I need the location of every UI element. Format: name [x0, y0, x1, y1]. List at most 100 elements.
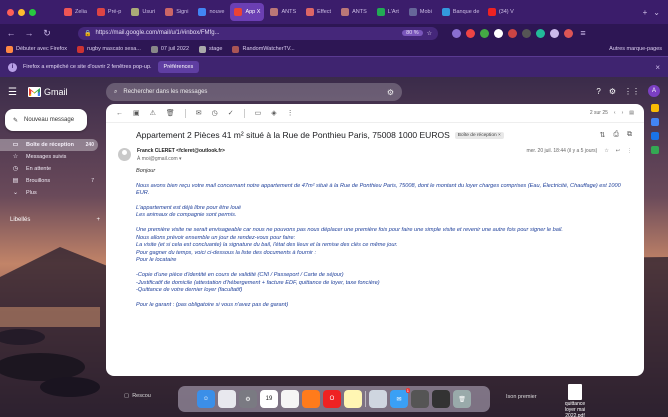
browser-tab[interactable]: ANTS: [266, 3, 300, 21]
older-icon[interactable]: ›: [622, 110, 624, 116]
more-icon[interactable]: ⋮: [627, 148, 632, 154]
photos-icon[interactable]: [281, 390, 299, 408]
snooze-icon[interactable]: ◷: [212, 109, 218, 117]
reload-icon[interactable]: ↻: [42, 28, 52, 39]
tasks-icon[interactable]: [651, 118, 659, 126]
input-tools-icon[interactable]: ▤: [629, 110, 634, 116]
zoom-indicator[interactable]: 80 %: [402, 30, 423, 36]
extension-icon[interactable]: [508, 28, 517, 38]
notes-icon[interactable]: [344, 390, 362, 408]
apps-grid-icon[interactable]: ⋮⋮: [624, 87, 640, 96]
extension-icon[interactable]: [536, 28, 545, 38]
add-task-icon[interactable]: ✓: [228, 109, 234, 117]
sidebar-item[interactable]: ◷ En attente: [0, 163, 98, 175]
browser-tab[interactable]: Usuri: [127, 3, 159, 21]
mark-unread-icon[interactable]: ✉: [196, 109, 202, 117]
browser-tab[interactable]: Mobi: [405, 3, 436, 21]
main-menu-icon[interactable]: ☰: [8, 87, 20, 98]
preview-icon[interactable]: [369, 390, 387, 408]
zoom-window-button[interactable]: [29, 8, 36, 16]
close-icon[interactable]: ×: [655, 63, 660, 72]
extension-icon[interactable]: [522, 28, 531, 38]
move-to-icon[interactable]: ▭: [255, 109, 262, 117]
calendar-app-icon[interactable]: 19: [260, 390, 278, 408]
contacts-icon[interactable]: [651, 132, 659, 140]
print-icon[interactable]: ⎙: [613, 131, 619, 139]
sidebar-item[interactable]: ▭ Boîte de réception 240: [0, 139, 98, 151]
bookmark-item[interactable]: RandomWatcherTV...: [232, 45, 295, 53]
browser-tab[interactable]: L'Art: [373, 3, 403, 21]
desktop-file[interactable]: quittance loyer mai 2022.pdf: [560, 384, 590, 417]
desktop-item-left[interactable]: ▢ Rescou: [124, 393, 151, 399]
gmail-logo[interactable]: Gmail: [28, 87, 68, 97]
mail-search-bar[interactable]: ⌕ Rechercher dans les messages ⚙: [106, 83, 402, 101]
sender-name[interactable]: Franck CLERET <fcleret@outlook.fr>: [137, 148, 225, 154]
account-avatar[interactable]: A: [648, 85, 660, 97]
sidebar-item[interactable]: ☆ Messages suivis: [0, 151, 98, 163]
delete-icon[interactable]: 🗑: [166, 109, 175, 117]
app-icon[interactable]: [411, 390, 429, 408]
expand-icon[interactable]: ⇅: [600, 131, 606, 139]
bookmark-item[interactable]: rugby mascato sesa...: [77, 45, 141, 53]
settings-icon[interactable]: ⚙: [609, 87, 616, 96]
add-label-icon[interactable]: +: [96, 217, 100, 223]
browser-tab[interactable]: ANTS: [337, 3, 371, 21]
desktop-item-right[interactable]: Ison premier: [506, 394, 537, 400]
app-icon[interactable]: [432, 390, 450, 408]
back-to-inbox-icon[interactable]: ←: [116, 110, 123, 117]
list-tabs-icon[interactable]: ⌄: [653, 8, 660, 17]
extension-icon[interactable]: [550, 28, 559, 38]
menu-icon[interactable]: ≡: [578, 28, 588, 38]
firefox-icon[interactable]: [302, 390, 320, 408]
bookmark-item[interactable]: stage: [199, 45, 222, 53]
extension-icon[interactable]: [466, 28, 475, 38]
browser-tab[interactable]: nouve: [194, 3, 228, 21]
archive-icon[interactable]: ▣: [133, 109, 140, 117]
newer-icon[interactable]: ‹: [614, 110, 616, 116]
bookmark-item[interactable]: Débuter avec Firefox: [6, 45, 67, 53]
browser-tab[interactable]: Pré-p: [93, 3, 125, 21]
open-new-window-icon[interactable]: ⧉: [627, 131, 632, 139]
extension-icon[interactable]: [480, 28, 489, 38]
browser-tab[interactable]: (34) V: [484, 3, 518, 21]
compose-button[interactable]: ✎ Nouveau message: [5, 109, 87, 131]
trash-icon[interactable]: 🗑: [453, 390, 471, 408]
report-spam-icon[interactable]: ⚠: [150, 109, 156, 117]
opera-icon[interactable]: O: [323, 390, 341, 408]
sidebar-item[interactable]: ⌄ Plus: [0, 187, 98, 199]
bookmark-item[interactable]: 07 juil 2022: [150, 45, 189, 53]
launchpad-icon[interactable]: [218, 390, 236, 408]
keep-icon[interactable]: [651, 104, 659, 112]
search-options-icon[interactable]: ⚙: [387, 88, 394, 97]
browser-tab[interactable]: App X: [230, 3, 265, 21]
search-input[interactable]: Rechercher dans les messages: [123, 89, 207, 95]
close-window-button[interactable]: [7, 8, 14, 16]
url-bar[interactable]: 🔒 https://mail.google.com/mail/u/1/#inbo…: [78, 26, 438, 40]
browser-tab[interactable]: Effect: [302, 3, 335, 21]
browser-tab[interactable]: Banque de: [438, 3, 482, 21]
reply-icon[interactable]: ↩: [616, 148, 620, 154]
mail-icon[interactable]: ✉ 1: [390, 388, 410, 408]
back-icon[interactable]: ←: [6, 28, 16, 38]
search-icon[interactable]: ⌕: [114, 89, 117, 96]
star-icon[interactable]: ☆: [604, 148, 608, 154]
extension-icon[interactable]: [564, 28, 573, 38]
calendar-icon[interactable]: [651, 146, 659, 154]
shield-icon[interactable]: [452, 28, 461, 38]
inbox-label-chip[interactable]: Boîte de réception ×: [454, 131, 504, 139]
preferences-button[interactable]: Préférences: [157, 61, 200, 73]
forward-icon[interactable]: →: [24, 28, 34, 38]
sidebar-item[interactable]: ▤ Brouillons 7: [0, 175, 98, 187]
label-icon[interactable]: ◈: [271, 109, 276, 117]
system-settings-icon[interactable]: ⚙: [239, 390, 257, 408]
browser-tab[interactable]: Zelia: [60, 3, 91, 21]
finder-icon[interactable]: ☺: [197, 390, 215, 408]
help-icon[interactable]: ?: [596, 87, 600, 96]
minimize-window-button[interactable]: [18, 8, 25, 16]
new-tab-icon[interactable]: +: [643, 8, 648, 17]
bookmark-star-icon[interactable]: ☆: [427, 30, 432, 37]
extension-icon[interactable]: [494, 28, 503, 38]
recipient-line[interactable]: À moi@gmail.com ▾: [137, 156, 225, 162]
other-bookmarks[interactable]: Autres marque-pages: [609, 46, 662, 52]
browser-tab[interactable]: Signi: [161, 3, 192, 21]
